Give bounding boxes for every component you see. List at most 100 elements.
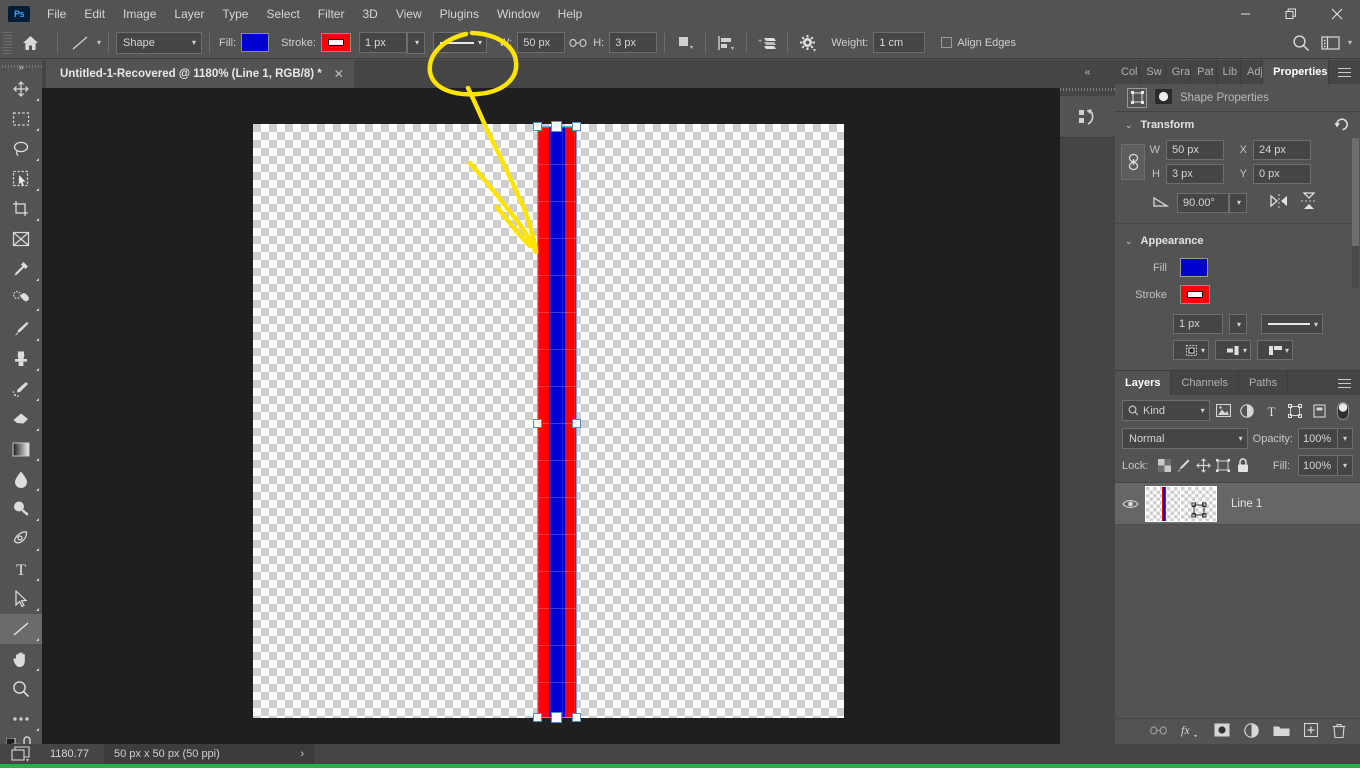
fill-color-swatch[interactable] [1180,258,1208,277]
tab-swatches[interactable]: Sw [1140,60,1166,84]
type-layer-filter-icon[interactable]: T [1261,401,1281,421]
stroke-width-control[interactable]: 1 px ▾ [358,31,425,54]
panel-grip[interactable] [1060,84,1115,96]
flip-horizontal-icon[interactable] [1269,194,1289,211]
handle-bottom-left[interactable] [533,713,542,722]
handle-bottom-right[interactable] [572,713,581,722]
appearance-section-header[interactable]: ⌄ Appearance [1115,228,1360,254]
pen-tool[interactable] [0,524,42,554]
stroke-color-swatch[interactable] [320,33,351,52]
chevron-down-icon[interactable]: ⌄ [1125,120,1133,131]
hand-tool[interactable] [0,644,42,674]
shape-layer-filter-icon[interactable] [1285,401,1305,421]
crop-tool[interactable] [0,194,42,224]
panel-menu-icon[interactable] [1329,371,1360,395]
close-button[interactable] [1314,0,1360,27]
link-width-height-button[interactable] [1121,144,1145,180]
line-shape[interactable] [533,121,581,723]
menu-layer[interactable]: Layer [165,3,213,25]
mask-icon[interactable] [1155,88,1172,108]
path-selection-tool[interactable] [0,584,42,614]
x-input[interactable]: 24 px [1253,140,1311,160]
close-icon[interactable]: ✕ [334,67,344,81]
tool-preset-picker[interactable]: ▾ [65,31,101,54]
zoom-tool[interactable] [0,674,42,704]
blend-mode-select[interactable]: Normal ▾ [1122,428,1248,449]
brush-tool[interactable] [0,314,42,344]
menu-edit[interactable]: Edit [75,3,114,25]
chevron-down-icon[interactable]: ▾ [97,38,101,47]
angle-input[interactable]: 90.00° [1177,192,1229,213]
menu-file[interactable]: File [38,3,75,25]
align-edges-checkbox[interactable] [941,37,953,48]
y-input[interactable]: 0 px [1253,164,1311,184]
properties-scrollbar[interactable] [1352,138,1359,288]
chevron-down-icon[interactable]: ▾ [1348,38,1352,47]
eyedropper-tool[interactable] [0,254,42,284]
dodge-tool[interactable] [0,494,42,524]
options-bar-grip[interactable] [3,31,12,54]
move-tool[interactable] [0,74,42,104]
minimize-button[interactable] [1222,0,1268,27]
history-actions-icon[interactable] [1060,96,1115,138]
stroke-cap-icon[interactable]: ▾ [1215,340,1251,360]
trash-icon[interactable] [1332,723,1346,741]
vector-mask-thumbnail[interactable] [1181,485,1217,522]
opacity-input[interactable]: 100% [1298,428,1338,449]
lock-position-icon[interactable] [1196,456,1212,476]
lock-artboard-nesting-icon[interactable] [1215,456,1231,476]
tab-color[interactable]: Col [1115,60,1141,84]
rectangular-marquee-tool[interactable] [0,104,42,134]
handle-bottom-center[interactable] [551,712,562,723]
stroke-corner-icon[interactable]: ▾ [1257,340,1293,360]
reset-icon[interactable] [1334,117,1350,134]
tab-libraries[interactable]: Lib [1216,60,1242,84]
menu-window[interactable]: Window [488,3,549,25]
collapse-panels-button[interactable]: « [1060,60,1115,84]
opacity-dropdown[interactable]: ▾ [1338,428,1353,449]
shape-mode-select[interactable]: Shape ▾ [116,31,203,54]
path-alignment-icon[interactable] [713,31,739,55]
menu-view[interactable]: View [387,3,431,25]
tab-paths[interactable]: Paths [1238,371,1289,395]
history-brush-tool[interactable] [0,374,42,404]
stroke-color-swatch[interactable] [1180,285,1210,304]
toolbar-collapse-handle[interactable]: » [0,60,42,74]
line-tool[interactable] [0,614,42,644]
path-operations-icon[interactable] [672,31,698,55]
plus-square-icon[interactable] [1303,722,1319,740]
stroke-align-icon[interactable]: ▾ [1173,340,1209,360]
lock-transparent-pixels-icon[interactable] [1156,456,1172,476]
panel-menu-icon[interactable] [1329,60,1360,84]
tab-adjustments[interactable]: Adj [1241,60,1264,84]
stroke-width-dropdown[interactable]: ▾ [406,31,425,54]
menu-image[interactable]: Image [114,3,165,25]
smart-object-filter-icon[interactable] [1309,401,1329,421]
width-input[interactable]: 50 px [517,32,566,53]
handle-top-left[interactable] [533,122,542,131]
object-selection-tool[interactable] [0,164,42,194]
gear-icon[interactable] [795,31,821,55]
shape-bounds-icon[interactable] [1127,87,1147,108]
tab-gradients[interactable]: Gra [1165,60,1192,84]
height-input[interactable]: 3 px [609,32,658,53]
fill-input[interactable]: 100% [1298,455,1338,476]
lasso-tool[interactable] [0,134,42,164]
lock-all-icon[interactable] [1235,456,1251,476]
blur-tool[interactable] [0,464,42,494]
menu-3d[interactable]: 3D [353,3,386,25]
handle-middle-left[interactable] [533,419,542,428]
fill-dropdown[interactable]: ▾ [1338,455,1353,476]
fx-icon[interactable]: fx [1181,723,1200,740]
stroke-width-dropdown[interactable]: ▾ [1229,314,1247,334]
chevron-down-icon[interactable]: ⌄ [1125,236,1133,247]
search-icon[interactable] [1288,31,1314,55]
clone-stamp-tool[interactable] [0,344,42,374]
edit-toolbar-button[interactable] [0,704,42,734]
gradient-tool[interactable] [0,434,42,464]
zoom-level-input[interactable]: 1180.77 [42,748,104,760]
eraser-tool[interactable] [0,404,42,434]
document-tab[interactable]: Untitled-1-Recovered @ 1180% (Line 1, RG… [46,60,354,88]
table-row[interactable]: Line 1 [1115,483,1360,525]
stroke-style-picker[interactable]: ▾ [1261,314,1323,334]
